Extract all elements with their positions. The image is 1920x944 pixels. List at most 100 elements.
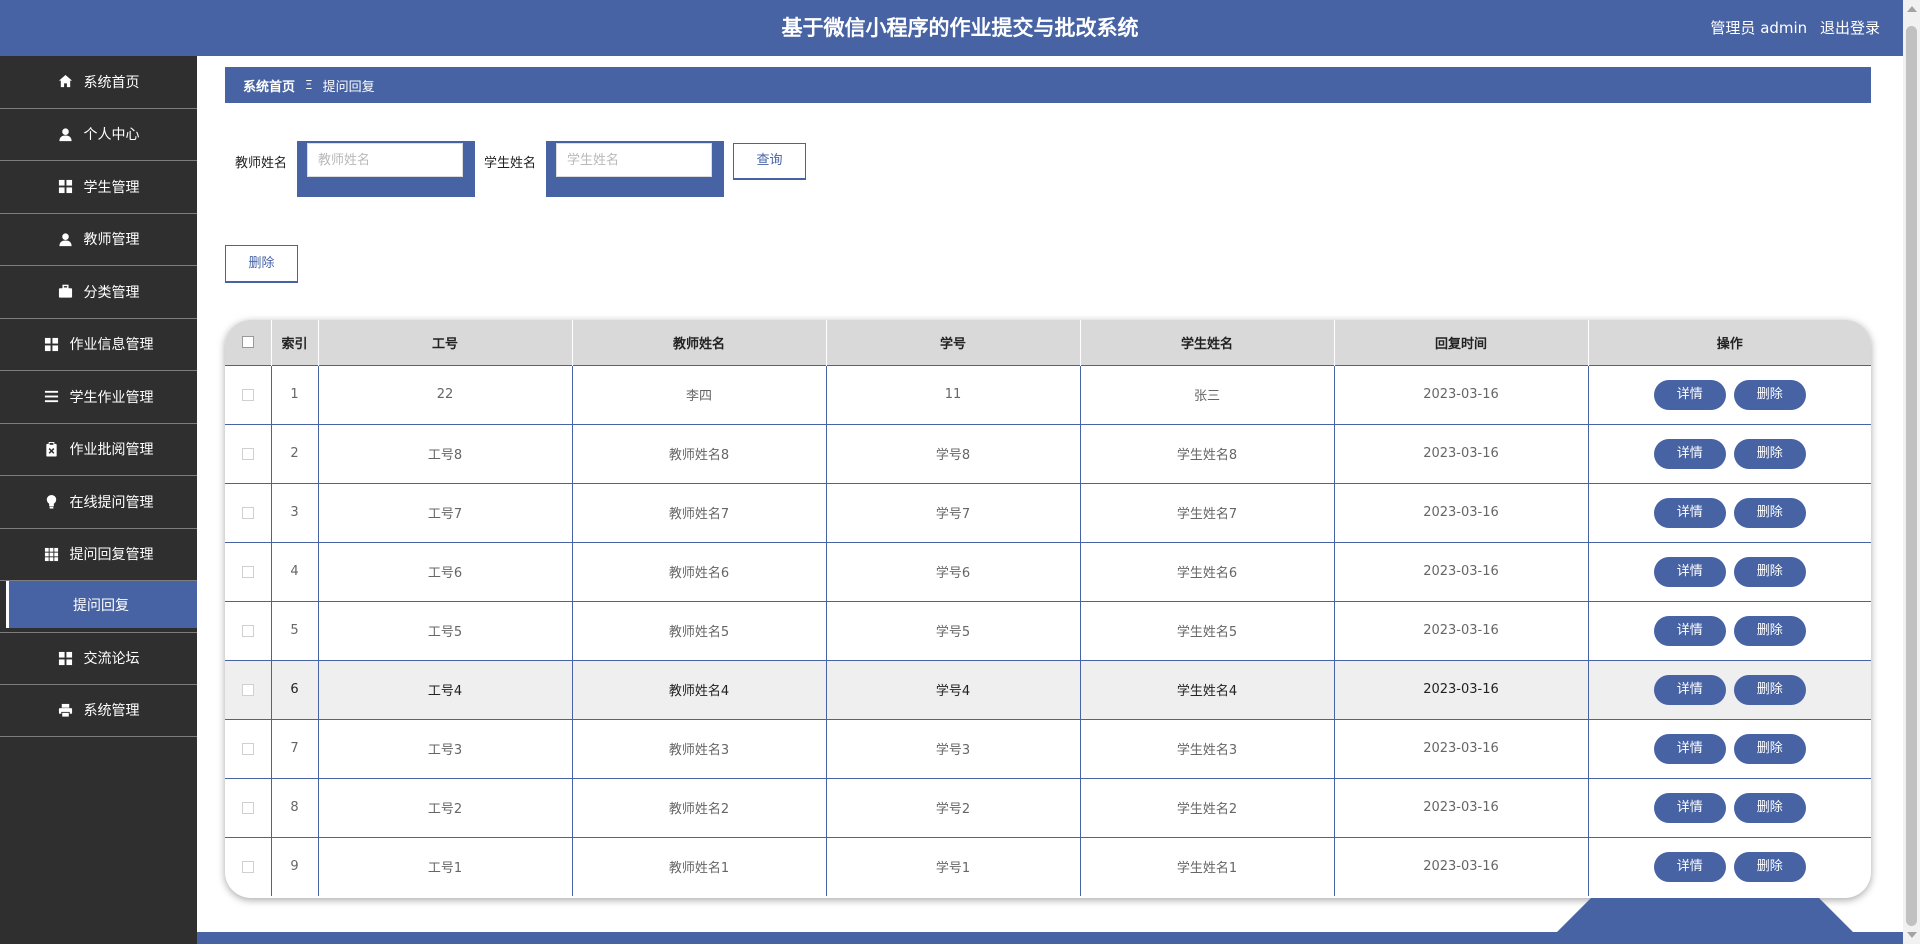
teacher-name-input[interactable] (307, 143, 463, 177)
row-student-name: 张三 (1080, 365, 1335, 424)
row-gonghao: 工号5 (318, 601, 573, 660)
sidebar-item-review[interactable]: 作业批阅管理 (0, 424, 197, 476)
sidebar-item-categories[interactable]: 分类管理 (0, 266, 197, 319)
row-index: 3 (271, 483, 319, 542)
scroll-up-icon[interactable] (1907, 6, 1917, 12)
select-all-cell (225, 320, 272, 365)
row-student-name: 学生姓名1 (1080, 837, 1335, 896)
row-student-name: 学生姓名6 (1080, 542, 1335, 601)
row-index: 4 (271, 542, 319, 601)
table-row[interactable]: 7 工号3 教师姓名3 学号3 学生姓名3 2023-03-16 详情 删除 (225, 719, 1871, 778)
row-gonghao: 工号4 (318, 660, 573, 719)
sidebar-item-student-homework[interactable]: 学生作业管理 (0, 371, 197, 424)
detail-button[interactable]: 详情 (1653, 674, 1726, 705)
scroll-down-icon[interactable] (1907, 932, 1917, 938)
user-icon (58, 126, 74, 142)
sidebar-item-forum[interactable]: 交流论坛 (0, 632, 197, 685)
sidebar-item-questions[interactable]: 在线提问管理 (0, 476, 197, 529)
row-delete-button[interactable]: 删除 (1733, 733, 1806, 764)
data-table: 索引 工号 教师姓名 学号 学生姓名 回复时间 操作 1 22 李四 11 张三 2023… (225, 320, 1871, 898)
table-row[interactable]: 6 工号4 教师姓名4 学号4 学生姓名4 2023-03-16 详情 删除 (225, 660, 1871, 719)
table-row[interactable]: 4 工号6 教师姓名6 学号6 学生姓名6 2023-03-16 详情 删除 (225, 542, 1871, 601)
row-delete-button[interactable]: 删除 (1733, 851, 1806, 882)
sidebar-item-system[interactable]: 系统管理 (0, 685, 197, 737)
row-student-name: 学生姓名4 (1080, 660, 1335, 719)
page-scrollbar[interactable] (1903, 0, 1920, 944)
table-row[interactable]: 8 工号2 教师姓名2 学号2 学生姓名2 2023-03-16 详情 删除 (225, 778, 1871, 837)
row-checkbox[interactable] (241, 624, 254, 637)
row-student-name: 学生姓名8 (1080, 424, 1335, 483)
row-gonghao: 工号1 (318, 837, 573, 896)
row-select-cell (225, 660, 272, 719)
table-row[interactable]: 1 22 李四 11 张三 2023-03-16 详情 删除 (225, 365, 1871, 424)
table-row[interactable]: 5 工号5 教师姓名5 学号5 学生姓名5 2023-03-16 详情 删除 (225, 601, 1871, 660)
table-row[interactable]: 9 工号1 教师姓名1 学号1 学生姓名1 2023-03-16 详情 删除 (225, 837, 1871, 896)
detail-button[interactable]: 详情 (1653, 497, 1726, 528)
sidebar-item-label: 作业批阅管理 (69, 442, 154, 459)
row-index: 9 (271, 837, 319, 896)
sidebar-item-teachers[interactable]: 教师管理 (0, 214, 197, 266)
printer-icon (58, 702, 74, 718)
row-checkbox[interactable] (241, 860, 254, 873)
row-delete-button[interactable]: 删除 (1733, 379, 1806, 410)
logout-link[interactable]: 退出登录 (1820, 19, 1880, 37)
detail-button[interactable]: 详情 (1653, 851, 1726, 882)
row-teacher-name: 教师姓名2 (572, 778, 827, 837)
row-xuehao: 学号2 (826, 778, 1081, 837)
row-actions: 详情 删除 (1588, 483, 1871, 542)
student-name-input[interactable] (556, 143, 712, 177)
row-actions: 详情 删除 (1588, 719, 1871, 778)
header-actions: 操作 (1716, 336, 1743, 352)
batch-delete-button[interactable]: 删除 (225, 245, 298, 283)
row-index: 7 (271, 719, 319, 778)
row-delete-button[interactable]: 删除 (1733, 438, 1806, 469)
row-reply-time: 2023-03-16 (1334, 778, 1589, 837)
detail-button[interactable]: 详情 (1653, 379, 1726, 410)
query-button[interactable]: 查询 (733, 143, 806, 180)
row-checkbox[interactable] (241, 388, 254, 401)
sidebar-item-replies[interactable]: 提问回复管理 (0, 529, 197, 581)
row-teacher-name: 李四 (572, 365, 827, 424)
row-select-cell (225, 365, 272, 424)
row-checkbox[interactable] (241, 683, 254, 696)
user-icon (58, 231, 74, 247)
select-all-checkbox[interactable] (241, 336, 254, 349)
row-teacher-name: 教师姓名3 (572, 719, 827, 778)
bulb-icon (44, 494, 60, 510)
breadcrumb-separator: Ξ (305, 78, 313, 92)
table-row[interactable]: 3 工号7 教师姓名7 学号7 学生姓名7 2023-03-16 详情 删除 (225, 483, 1871, 542)
row-xuehao: 学号6 (826, 542, 1081, 601)
table-icon (44, 546, 60, 562)
sidebar-item-profile[interactable]: 个人中心 (0, 109, 197, 161)
row-checkbox[interactable] (241, 506, 254, 519)
detail-button[interactable]: 详情 (1653, 438, 1726, 469)
row-checkbox[interactable] (241, 742, 254, 755)
row-delete-button[interactable]: 删除 (1733, 792, 1806, 823)
sidebar-subitem-reply[interactable]: 提问回复 (6, 581, 197, 628)
row-actions: 详情 删除 (1588, 837, 1871, 896)
sidebar-item-homework-info[interactable]: 作业信息管理 (0, 319, 197, 371)
header-reply-time: 回复时间 (1334, 320, 1589, 365)
row-delete-button[interactable]: 删除 (1733, 674, 1806, 705)
row-checkbox[interactable] (241, 801, 254, 814)
row-checkbox[interactable] (241, 447, 254, 460)
row-delete-button[interactable]: 删除 (1733, 556, 1806, 587)
row-checkbox[interactable] (241, 565, 254, 578)
row-delete-button[interactable]: 删除 (1733, 497, 1806, 528)
detail-button[interactable]: 详情 (1653, 733, 1726, 764)
header-student-name: 学生姓名 (1080, 320, 1335, 365)
table-row[interactable]: 2 工号8 教师姓名8 学号8 学生姓名8 2023-03-16 详情 删除 (225, 424, 1871, 483)
detail-button[interactable]: 详情 (1653, 615, 1726, 646)
breadcrumb-home[interactable]: 系统首页 (243, 76, 295, 95)
row-reply-time: 2023-03-16 (1334, 601, 1589, 660)
sidebar-item-students[interactable]: 学生管理 (0, 161, 197, 214)
row-delete-button[interactable]: 删除 (1733, 615, 1806, 646)
detail-button[interactable]: 详情 (1653, 792, 1726, 823)
row-actions: 详情 删除 (1588, 542, 1871, 601)
detail-button[interactable]: 详情 (1653, 556, 1726, 587)
sidebar-item-home[interactable]: 系统首页 (0, 56, 197, 109)
scrollbar-thumb[interactable] (1906, 26, 1917, 926)
breadcrumb: 系统首页 Ξ 提问回复 (225, 67, 1871, 103)
row-gonghao: 工号2 (318, 778, 573, 837)
top-header: 基于微信小程序的作业提交与批改系统 管理员 admin 退出登录 (0, 0, 1920, 56)
